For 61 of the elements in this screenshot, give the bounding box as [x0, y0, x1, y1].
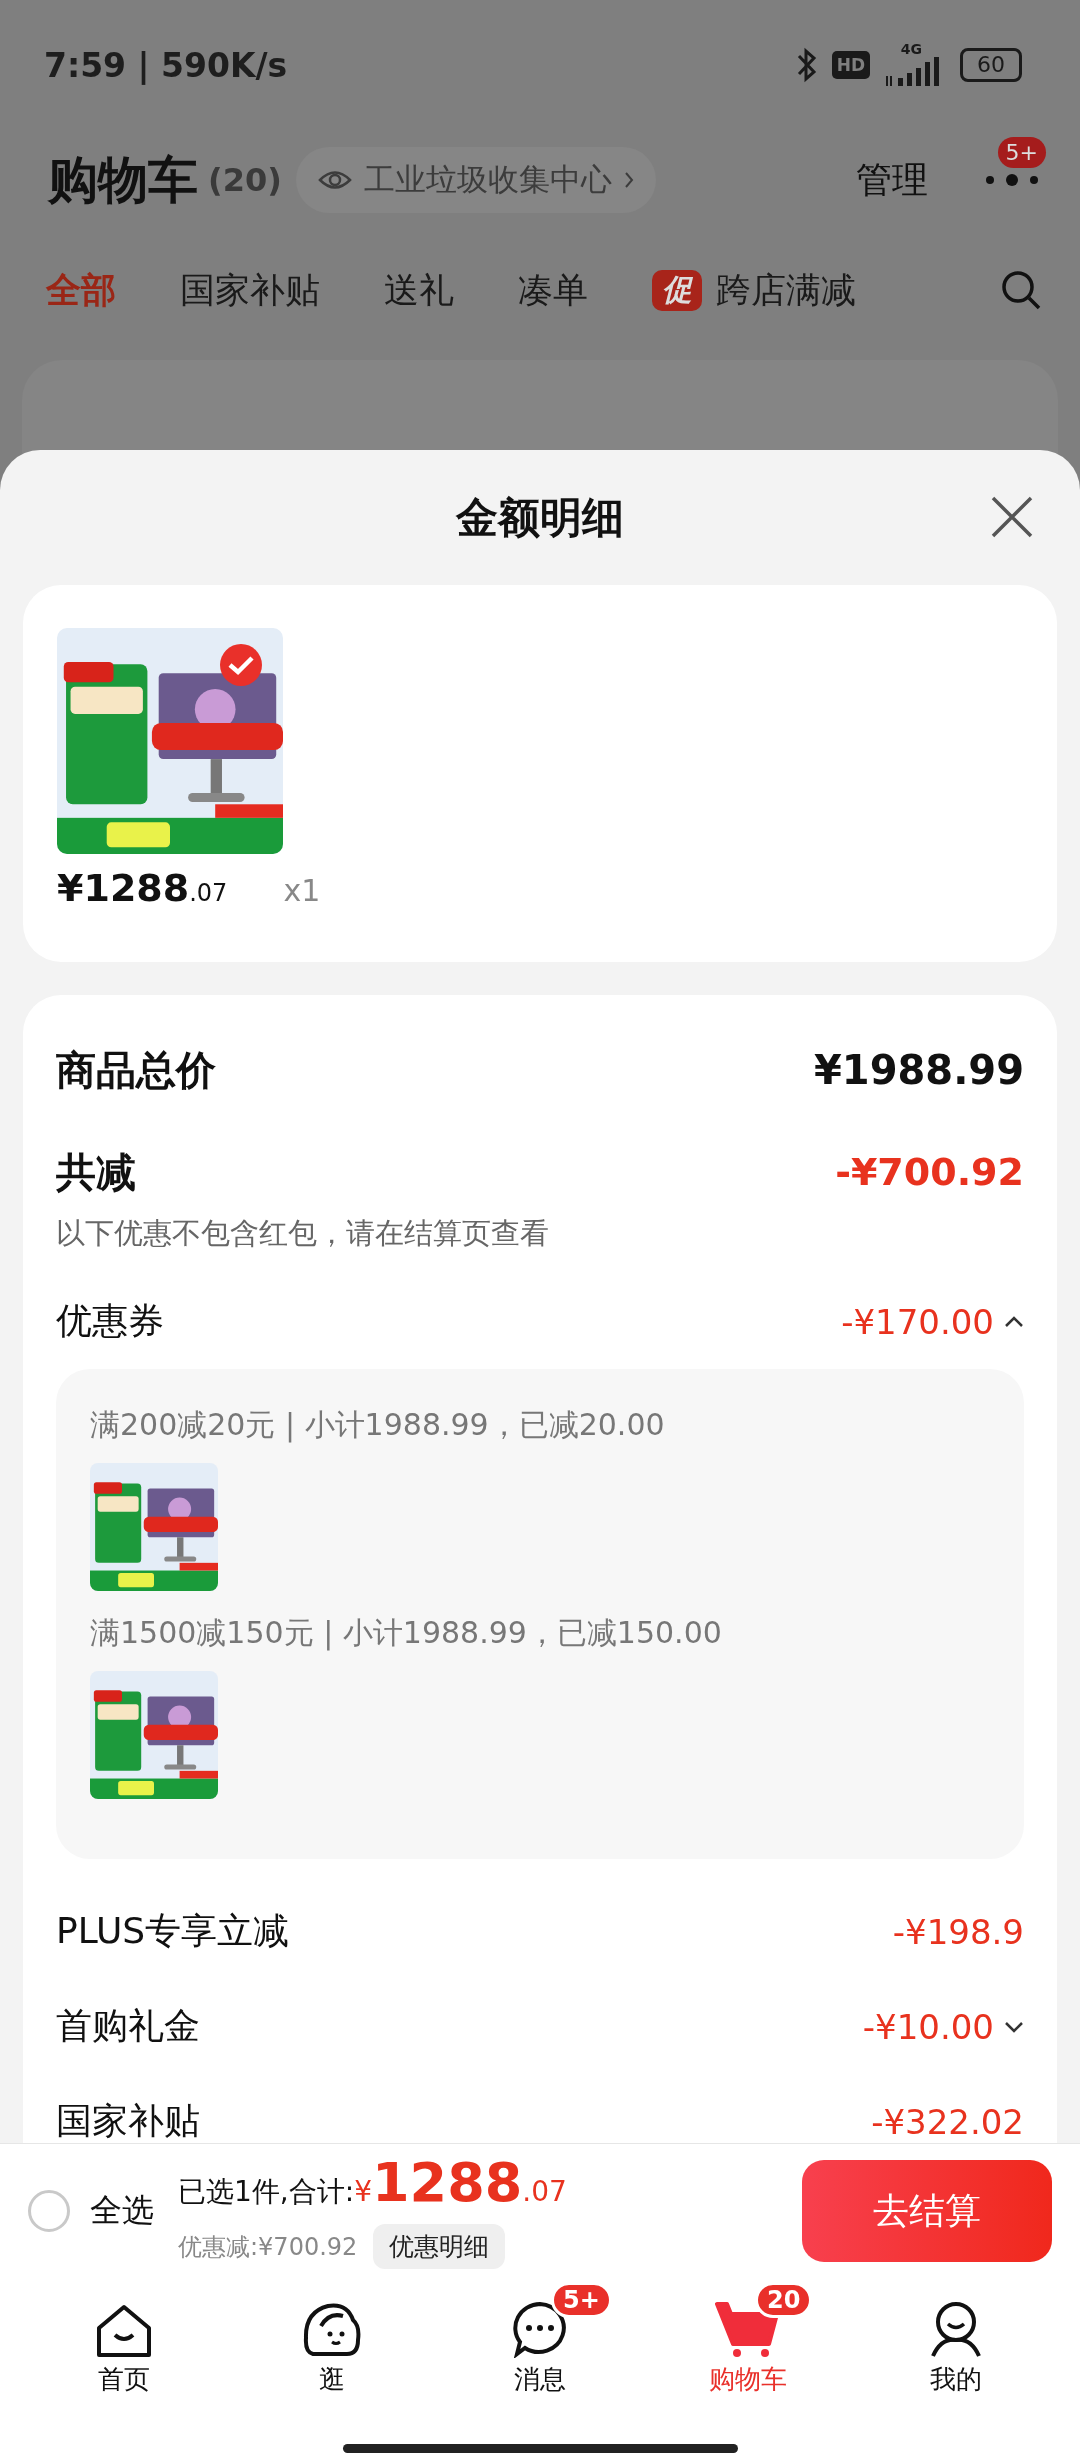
more-icon[interactable] [984, 173, 1040, 187]
row-amount: -¥10.00 [862, 2006, 994, 2047]
manage-button[interactable]: 管理 [856, 155, 928, 205]
row-amount: -¥322.02 [871, 2101, 1024, 2142]
page-title: 购物车 [48, 149, 198, 211]
row-label: 商品总价 [56, 1045, 216, 1095]
selected-summary: 已选1件,合计: [178, 2174, 355, 2210]
nav-label: 首页 [98, 2363, 150, 2396]
row-amount: -¥170.00 [841, 1301, 994, 1342]
row-label: 首购礼金 [56, 2004, 200, 2048]
discount-details-button[interactable]: 优惠明细 [373, 2224, 506, 2269]
count-badge: 5+ [551, 2282, 612, 2318]
row-label: 优惠券 [56, 1299, 164, 1343]
filter-tab[interactable]: 国家补贴 [180, 266, 320, 314]
close-icon[interactable] [990, 495, 1034, 539]
eye-icon [317, 169, 352, 191]
nav-label: 购物车 [709, 2363, 787, 2396]
network-label: 4G [900, 42, 922, 56]
row-amount: -¥700.92 [835, 1150, 1024, 1194]
nav-label: 消息 [514, 2363, 566, 2396]
coupon-rule: 满1500减150元 | 小计1988.99，已减150.00 [90, 1614, 723, 1653]
total-price: ¥1288.07 [354, 2153, 567, 2216]
status-time: 7:59 | 590K/s [44, 45, 288, 85]
sheet-title: 金额明细 [456, 491, 624, 544]
row-label: PLUS专享立减 [56, 1909, 290, 1953]
select-all-checkbox[interactable] [28, 2190, 70, 2232]
saved-amount: 优惠减:¥700.92 [178, 2231, 358, 2263]
coupon-rule: 满200减20元 | 小计1988.99，已减20.00 [90, 1406, 666, 1445]
blob-face-icon [303, 2302, 361, 2358]
search-icon[interactable] [1000, 269, 1042, 311]
hd-badge: HD [831, 51, 870, 79]
filter-tab[interactable]: 送礼 [384, 266, 454, 314]
select-all-label: 全选 [90, 2190, 154, 2231]
nav-label: 我的 [930, 2363, 982, 2396]
nav-tab[interactable]: 逛 [228, 2278, 436, 2428]
check-icon[interactable] [219, 643, 263, 687]
nav-tab[interactable]: 20 购物车 [644, 2278, 852, 2428]
checkout-button[interactable]: 去结算 [802, 2160, 1052, 2262]
notification-badge: 5+ [997, 137, 1046, 168]
nav-tab[interactable]: 5+ 消息 [436, 2278, 644, 2428]
product-quantity: x1 [283, 873, 321, 908]
filter-tab[interactable]: 促 跨店满减 [652, 266, 856, 314]
row-label: 国家补贴 [56, 2099, 200, 2143]
row-amount: ¥1988.99 [813, 1047, 1024, 1093]
discount-note: 以下优惠不包含红包，请在结算页查看 [56, 1215, 550, 1252]
bluetooth-icon [795, 46, 818, 84]
nav-label: 逛 [319, 2363, 345, 2396]
row-amount: -¥198.9 [892, 1911, 1024, 1952]
product-price: ¥1288.07 [57, 866, 228, 910]
filter-tab[interactable]: 凑单 [518, 266, 588, 314]
chevron-up-icon[interactable] [1004, 1315, 1024, 1328]
chevron-right-icon [623, 171, 634, 189]
item-count: (20) [208, 161, 282, 199]
house-icon [95, 2304, 153, 2358]
battery-indicator: 60 [960, 48, 1022, 82]
chevron-down-icon[interactable] [1004, 2020, 1024, 2033]
promo-badge: 促 [652, 269, 702, 311]
row-label: 共减 [56, 1147, 136, 1197]
nav-tab[interactable]: 我的 [852, 2278, 1060, 2428]
nav-tab[interactable]: 首页 [20, 2278, 228, 2428]
address-pill[interactable]: 工业垃圾收集中心 [295, 147, 656, 213]
